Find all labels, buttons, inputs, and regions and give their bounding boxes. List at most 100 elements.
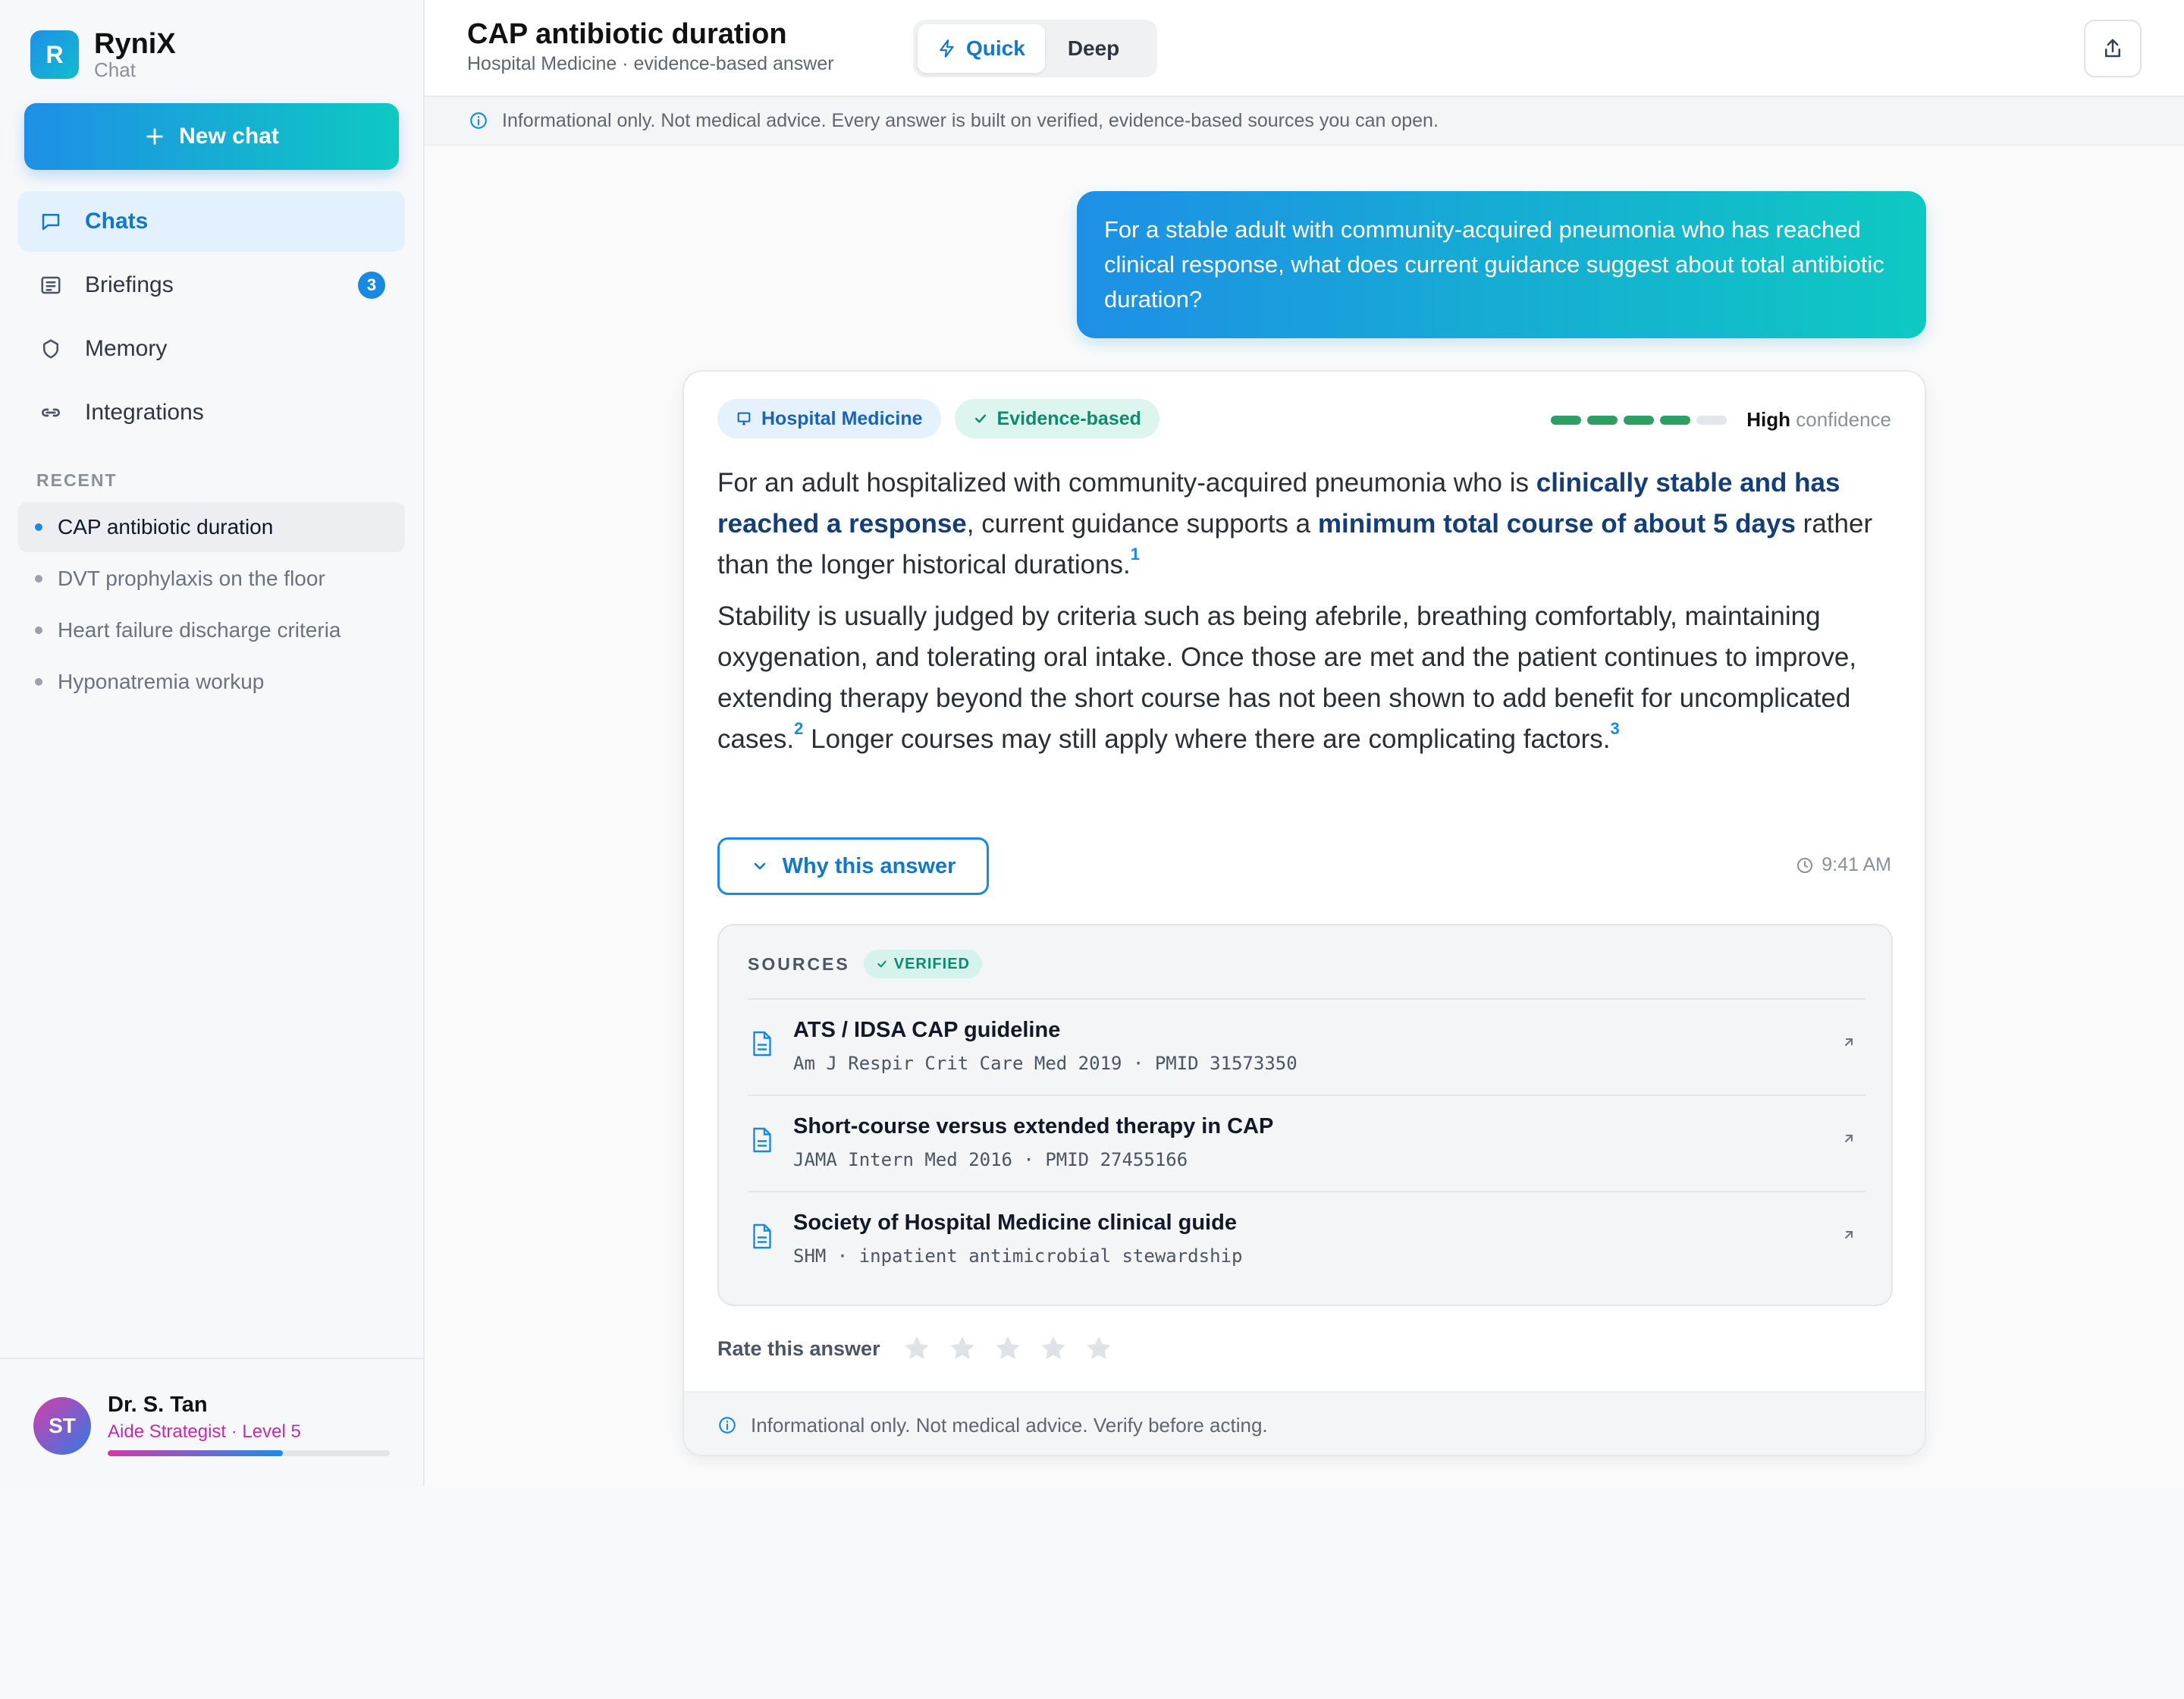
recent-chat-item[interactable]: CAP antibiotic duration bbox=[18, 502, 405, 552]
external-link-icon[interactable] bbox=[1840, 1129, 1858, 1148]
confidence-segment bbox=[1696, 415, 1727, 425]
dot-icon bbox=[35, 678, 42, 686]
citation-ref[interactable]: 2 bbox=[794, 719, 803, 738]
sidebar-item-label: Memory bbox=[85, 336, 168, 361]
verified-badge: VERIFIED bbox=[863, 950, 982, 978]
user-message: For a stable adult with community-acquir… bbox=[1077, 191, 1926, 338]
mode-quick-button[interactable]: Quick bbox=[918, 24, 1045, 73]
sidebar-item-memory[interactable]: Memory bbox=[18, 319, 405, 379]
active-dot-icon bbox=[35, 523, 42, 531]
main-panel: CAP antibiotic duration Hospital Medicin… bbox=[425, 0, 2184, 1487]
confidence-label: High confidence bbox=[1746, 408, 1891, 432]
star-icon[interactable] bbox=[1084, 1333, 1114, 1364]
top-bar: CAP antibiotic duration Hospital Medicin… bbox=[425, 0, 2184, 97]
source-item[interactable]: Short-course versus extended therapy in … bbox=[748, 1094, 1866, 1191]
document-icon bbox=[753, 1223, 771, 1249]
answer-timestamp: 9:41 AM bbox=[1796, 854, 1891, 876]
sidebar-item-label: Integrations bbox=[85, 400, 204, 425]
app-window: R RyniX Chat New chat Chats Briefings 3 … bbox=[0, 0, 2184, 1487]
timestamp-text: 9:41 AM bbox=[1822, 854, 1891, 875]
sidebar-item-integrations[interactable]: Integrations bbox=[18, 382, 405, 443]
new-chat-label: New chat bbox=[179, 124, 279, 149]
brand-subtitle: Chat bbox=[94, 58, 136, 81]
mode-deep-button[interactable]: Deep bbox=[1048, 24, 1139, 73]
recent-chat-label: Hyponatremia workup bbox=[58, 670, 265, 693]
recent-chat-item[interactable]: Heart failure discharge criteria bbox=[18, 605, 405, 655]
level-progress-bar bbox=[108, 1450, 390, 1456]
new-chat-button[interactable]: New chat bbox=[24, 103, 399, 170]
document-icon bbox=[753, 1031, 771, 1057]
source-meta: SHM · inpatient antimicrobial stewardshi… bbox=[793, 1245, 1243, 1267]
rate-label: Rate this answer bbox=[717, 1336, 880, 1360]
evidence-tag-label: Evidence-based bbox=[996, 407, 1141, 429]
sidebar-item-label: Chats bbox=[85, 209, 149, 234]
confidence-segment bbox=[1660, 415, 1691, 425]
source-item[interactable]: ATS / IDSA CAP guideline Am J Respir Cri… bbox=[748, 998, 1866, 1094]
brand[interactable]: R RyniX Chat bbox=[30, 29, 176, 80]
mode-quick-label: Quick bbox=[966, 36, 1025, 60]
confidence-segment bbox=[1587, 415, 1618, 425]
recent-chats-list: CAP antibiotic duration DVT prophylaxis … bbox=[18, 502, 405, 708]
page-subtitle: Hospital Medicine · evidence-based answe… bbox=[467, 53, 834, 74]
briefing-icon bbox=[38, 272, 64, 298]
chat-thread: For a stable adult with community-acquir… bbox=[425, 146, 2184, 1487]
sidebar: R RyniX Chat New chat Chats Briefings 3 … bbox=[0, 0, 425, 1487]
external-link-icon[interactable] bbox=[1840, 1226, 1858, 1244]
disclaimer-text: Informational only. Not medical advice. … bbox=[751, 1413, 1268, 1437]
specialty-tag[interactable]: Hospital Medicine bbox=[717, 399, 941, 438]
answer-tags: Hospital Medicine Evidence-based bbox=[717, 399, 1159, 438]
answer-text: Longer courses may still apply where the… bbox=[803, 724, 1611, 754]
briefings-count-badge: 3 bbox=[358, 272, 385, 299]
check-icon bbox=[974, 414, 986, 423]
recent-chat-label: DVT prophylaxis on the floor bbox=[58, 567, 325, 590]
mode-toggle: Quick Deep bbox=[913, 20, 1157, 77]
confidence-level-text: High bbox=[1746, 408, 1790, 431]
info-banner-text: Informational only. Not medical advice. … bbox=[502, 109, 1439, 131]
source-item[interactable]: Society of Hospital Medicine clinical gu… bbox=[748, 1191, 1866, 1287]
sidebar-item-label: Briefings bbox=[85, 272, 174, 297]
share-button[interactable] bbox=[2084, 20, 2142, 77]
external-link-icon[interactable] bbox=[1840, 1033, 1858, 1051]
profile-role: Aide Strategist · Level 5 bbox=[108, 1421, 301, 1442]
info-icon bbox=[719, 1417, 736, 1434]
monitor-icon bbox=[737, 412, 751, 426]
lightning-icon bbox=[940, 39, 954, 58]
source-meta: JAMA Intern Med 2016 · PMID 27455166 bbox=[793, 1149, 1188, 1170]
star-icon[interactable] bbox=[993, 1333, 1023, 1364]
verified-label: VERIFIED bbox=[893, 955, 970, 972]
link-icon bbox=[38, 400, 64, 426]
confidence-segment bbox=[1551, 415, 1582, 425]
chevron-down-icon bbox=[754, 862, 765, 870]
source-title: Short-course versus extended therapy in … bbox=[793, 1114, 1274, 1138]
answer-paragraph-1: For an adult hospitalized with community… bbox=[717, 463, 1893, 586]
confidence-segment bbox=[1624, 415, 1655, 425]
citation-ref[interactable]: 1 bbox=[1131, 545, 1140, 564]
star-icon[interactable] bbox=[947, 1333, 977, 1364]
avatar: ST bbox=[33, 1397, 91, 1455]
answer-text: For an adult hospitalized with community… bbox=[717, 468, 1536, 498]
citation-ref[interactable]: 3 bbox=[1611, 719, 1620, 738]
answer-disclaimer: Informational only. Not medical advice. … bbox=[684, 1391, 1925, 1455]
dot-icon bbox=[35, 627, 42, 634]
plus-icon bbox=[146, 128, 163, 145]
level-progress-fill bbox=[108, 1450, 283, 1456]
sidebar-item-briefings[interactable]: Briefings 3 bbox=[18, 255, 405, 316]
clock-icon bbox=[1797, 857, 1813, 873]
info-icon bbox=[470, 112, 487, 129]
sources-panel: SOURCES VERIFIED ATS / IDSA CAP guidelin… bbox=[717, 924, 1893, 1306]
document-icon bbox=[753, 1127, 771, 1153]
sidebar-nav: Chats Briefings 3 Memory Integrations bbox=[18, 191, 405, 446]
recent-chat-item[interactable]: DVT prophylaxis on the floor bbox=[18, 554, 405, 604]
star-icon[interactable] bbox=[1038, 1333, 1068, 1364]
profile-name: Dr. S. Tan bbox=[108, 1393, 208, 1417]
user-profile[interactable]: ST Dr. S. Tan Aide Strategist · Level 5 bbox=[0, 1358, 423, 1487]
sidebar-item-chats[interactable]: Chats bbox=[18, 191, 405, 252]
recent-chat-item[interactable]: Hyponatremia workup bbox=[18, 657, 405, 707]
why-this-answer-button[interactable]: Why this answer bbox=[717, 837, 989, 895]
share-icon bbox=[2105, 39, 2120, 58]
star-icon[interactable] bbox=[902, 1333, 932, 1364]
why-label: Why this answer bbox=[782, 853, 956, 878]
answer-text: , current guidance supports a bbox=[966, 509, 1318, 539]
check-icon bbox=[877, 960, 886, 968]
source-title: Society of Hospital Medicine clinical gu… bbox=[793, 1211, 1237, 1235]
